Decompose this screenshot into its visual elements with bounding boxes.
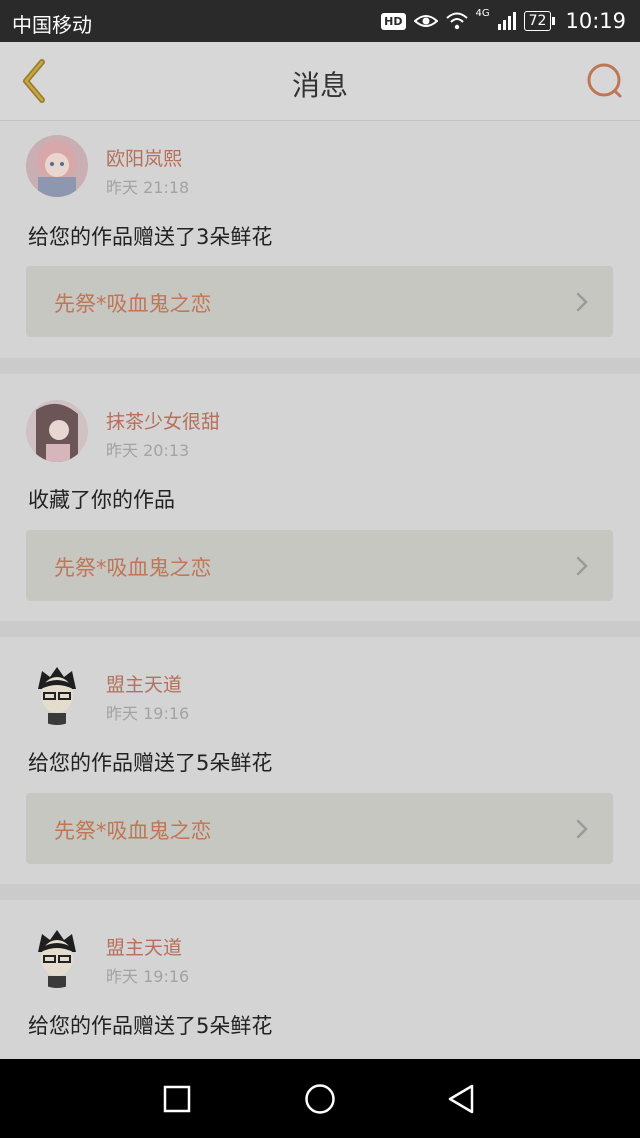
page-title: 消息 <box>291 69 348 102</box>
search-button[interactable] <box>584 60 626 102</box>
username[interactable]: 盟主天道 <box>106 933 182 960</box>
avatar[interactable] <box>26 926 88 988</box>
divider <box>0 621 640 637</box>
carrier-label: 中国移动 <box>12 13 92 37</box>
recents-button[interactable] <box>157 1079 197 1119</box>
timestamp: 昨天 20:13 <box>106 441 190 460</box>
avatar-image-icon <box>26 400 88 462</box>
signal-icon <box>497 12 516 30</box>
chevron-right-icon <box>576 819 588 839</box>
network-type-label: 4G <box>475 8 490 19</box>
username[interactable]: 抹茶少女很甜 <box>106 407 220 434</box>
avatar-image-icon <box>26 663 88 725</box>
work-link[interactable]: 先祭*吸血鬼之恋 <box>26 530 613 601</box>
status-bar: 中国移动 HD 4G 72 10:19 <box>0 0 640 42</box>
system-navigation-bar <box>0 1059 640 1138</box>
chevron-right-icon <box>576 292 588 312</box>
message-text: 给您的作品赠送了5朵鲜花 <box>28 751 273 775</box>
back-nav-button[interactable] <box>442 1079 482 1119</box>
status-icons: HD 4G 72 10:19 <box>381 8 626 34</box>
message-card: 欧阳岚熙 昨天 21:18 给您的作品赠送了3朵鲜花 先祭*吸血鬼之恋 <box>0 121 640 358</box>
wifi-icon <box>445 12 468 30</box>
clock: 10:19 <box>565 9 626 33</box>
message-card: 盟主天道 昨天 19:16 给您的作品赠送了5朵鲜花 <box>0 900 640 1059</box>
work-title: 先祭*吸血鬼之恋 <box>54 292 212 316</box>
avatar-image-icon <box>26 926 88 988</box>
avatar[interactable] <box>26 135 88 197</box>
timestamp: 昨天 19:16 <box>106 704 190 723</box>
message-text: 给您的作品赠送了3朵鲜花 <box>28 225 273 249</box>
message-card: 抹茶少女很甜 昨天 20:13 收藏了你的作品 先祭*吸血鬼之恋 <box>0 374 640 621</box>
message-card: 盟主天道 昨天 19:16 给您的作品赠送了5朵鲜花 先祭*吸血鬼之恋 <box>0 637 640 884</box>
chevron-right-icon <box>576 556 588 576</box>
search-icon <box>587 63 622 98</box>
hd-icon: HD <box>381 12 406 30</box>
avatar[interactable] <box>26 663 88 725</box>
timestamp: 昨天 21:18 <box>106 178 190 197</box>
home-button[interactable] <box>300 1079 340 1119</box>
divider <box>0 358 640 374</box>
work-link[interactable]: 先祭*吸血鬼之恋 <box>26 266 613 337</box>
message-text: 给您的作品赠送了5朵鲜花 <box>28 1014 273 1038</box>
message-text: 收藏了你的作品 <box>28 488 175 512</box>
triangle-back-icon <box>448 1084 474 1114</box>
avatar[interactable] <box>26 400 88 462</box>
timestamp: 昨天 19:16 <box>106 967 190 986</box>
message-list[interactable]: 欧阳岚熙 昨天 21:18 给您的作品赠送了3朵鲜花 先祭*吸血鬼之恋 抹茶少女… <box>0 121 640 1059</box>
work-link[interactable]: 先祭*吸血鬼之恋 <box>26 793 613 864</box>
app-header: 消息 <box>0 42 640 121</box>
battery-icon: 72 <box>523 11 556 31</box>
username[interactable]: 欧阳岚熙 <box>106 144 182 171</box>
work-title: 先祭*吸血鬼之恋 <box>54 556 212 580</box>
eye-icon <box>413 15 438 27</box>
square-icon <box>163 1085 191 1113</box>
work-title: 先祭*吸血鬼之恋 <box>54 819 212 843</box>
divider <box>0 884 640 900</box>
username[interactable]: 盟主天道 <box>106 670 182 697</box>
circle-icon <box>305 1084 335 1114</box>
avatar-image-icon <box>26 135 88 197</box>
